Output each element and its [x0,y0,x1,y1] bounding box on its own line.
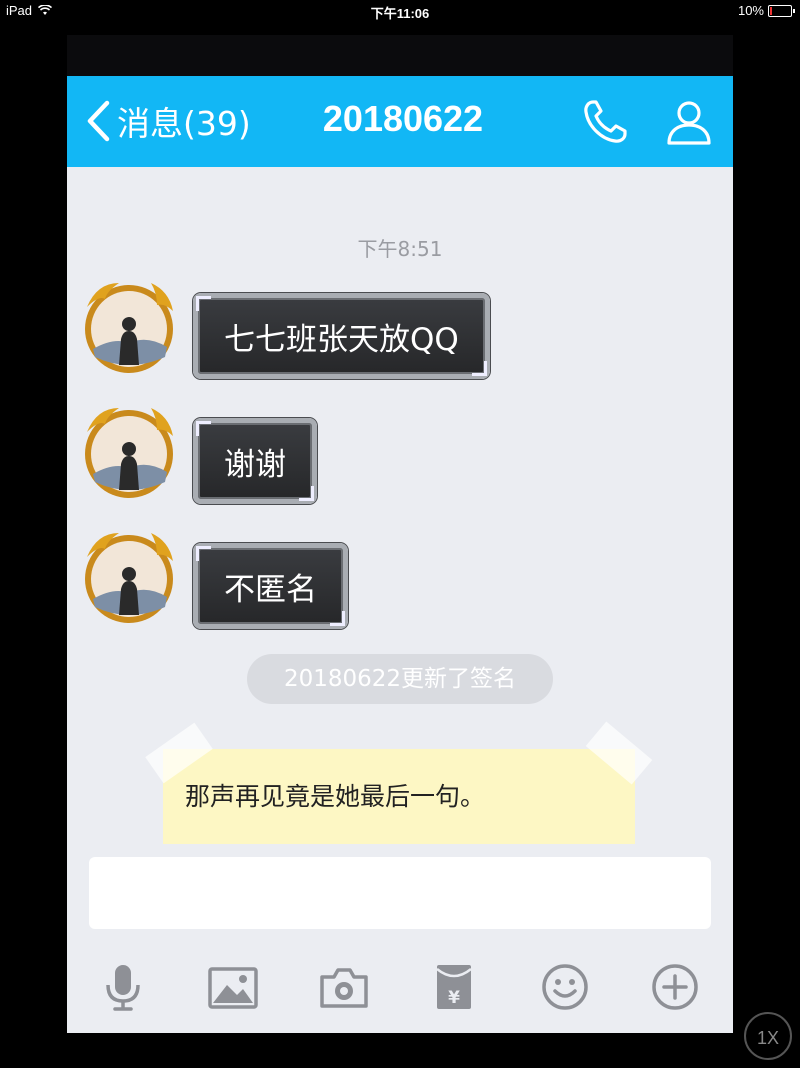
signature-card[interactable]: 那声再见竟是她最后一句。 [145,721,653,844]
message-bubble[interactable]: 不匿名 [193,543,348,629]
emoji-icon[interactable] [539,961,591,1013]
input-toolbar: ¥ [67,943,733,1033]
nav-bar: 消息(39) 20180622 [67,76,733,167]
system-notice: 20180622更新了签名 [247,654,553,704]
profile-icon[interactable] [663,96,715,148]
battery-percent: 10% [737,3,764,18]
plus-icon[interactable] [649,961,701,1013]
message-input[interactable] [89,857,711,929]
message-timestamp: 下午8:51 [357,237,443,261]
camera-icon[interactable] [318,961,370,1013]
image-icon[interactable] [207,961,259,1013]
message-text: 不匿名 [224,571,317,608]
back-label: 消息(39) [117,104,251,143]
status-time: 下午11:06 [370,6,430,21]
tape-decoration [585,721,653,785]
phone-call-icon[interactable] [579,96,631,148]
status-right: 10% [737,3,795,18]
message-bubble[interactable]: 七七班张天放QQ [193,293,490,379]
chat-area: 下午8:51 七七班张天放QQ 谢谢 不匿名 20180622更新了签名 那声再… [67,167,733,857]
back-button[interactable]: 消息(39) [85,98,251,144]
message-row: 谢谢 [79,402,719,504]
zoom-button[interactable]: 1X [744,1012,792,1060]
message-bubble[interactable]: 谢谢 [193,418,317,504]
avatar[interactable] [79,402,179,502]
svg-text:¥: ¥ [448,988,460,1008]
message-text: 七七班张天放QQ [224,321,459,358]
message-row: 不匿名 [79,527,719,629]
phone-status-strip [67,35,733,76]
avatar[interactable] [79,277,179,377]
phone-screen: 消息(39) 20180622 下午8:51 七七班张天放QQ 谢谢 不匿名 2… [67,35,733,1033]
microphone-icon[interactable] [97,961,149,1013]
chevron-left-icon [87,100,110,142]
tape-decoration [145,722,213,784]
message-row: 七七班张天放QQ [79,277,719,379]
signature-text: 那声再见竟是她最后一句。 [185,782,486,811]
status-bar: iPad 下午11:06 10% [0,0,800,22]
chat-title: 20180622 [322,98,484,139]
avatar[interactable] [79,527,179,627]
message-text: 谢谢 [224,446,286,483]
battery-icon [768,4,795,17]
red-packet-icon[interactable]: ¥ [428,961,480,1013]
